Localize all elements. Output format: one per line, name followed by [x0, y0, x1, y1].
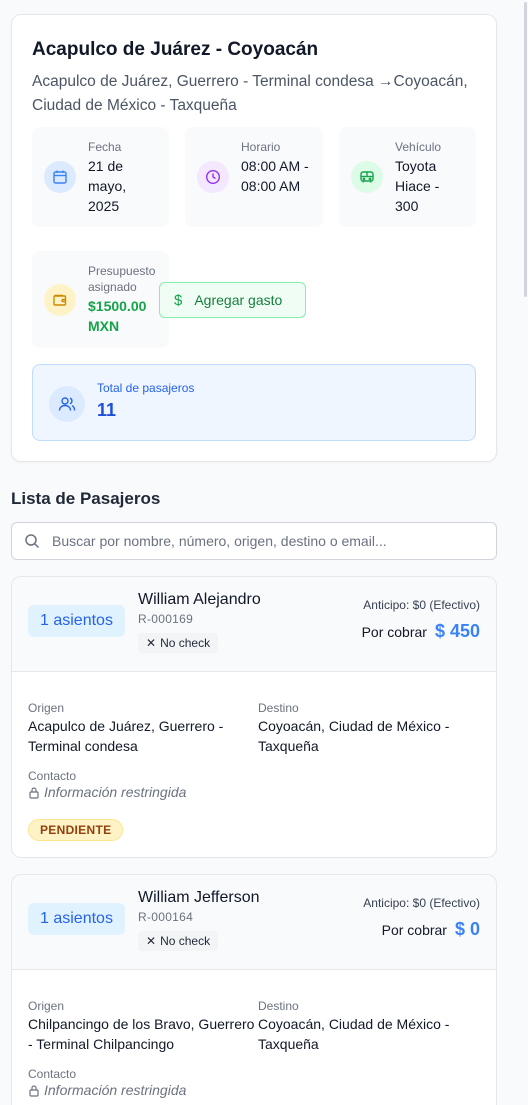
vehicle-value: Toyota Hiace - 300: [395, 158, 440, 214]
time-label: Horario: [241, 140, 281, 154]
lock-icon: [29, 786, 39, 799]
passenger-header: 1 asientos William Alejandro R-000169 ✕ N…: [12, 577, 496, 672]
amount-due-value: $ 450: [434, 621, 480, 641]
search-field[interactable]: [11, 522, 497, 560]
time-info: Horario 08:00 AM - 08:00 AM: [185, 127, 323, 227]
scrollbar[interactable]: [522, 0, 528, 1105]
x-icon: ✕: [146, 636, 157, 650]
x-icon: ✕: [146, 934, 157, 948]
contact-label: Contacto: [28, 769, 77, 783]
budget-info: Presupuesto asignado $1500.00 MXN: [32, 251, 169, 348]
vehicle-info: Vehículo Toyota Hiace - 300: [339, 127, 476, 227]
contact-restricted: Información restringida: [28, 1082, 186, 1098]
amount-due: Por cobrar $ 0: [382, 919, 480, 940]
seats-badge: 1 asientos: [28, 903, 125, 935]
search-input[interactable]: [52, 523, 492, 559]
check-status-label: No check: [160, 636, 211, 650]
vehicle-label: Vehículo: [395, 140, 442, 154]
date-label: Fecha: [88, 140, 122, 154]
bus-icon: [351, 161, 383, 193]
date-info: Fecha 21 de mayo, 2025: [32, 127, 169, 227]
budget-label: Presupuesto asignado: [88, 264, 156, 294]
amount-due-label: Por cobrar: [381, 922, 447, 938]
lock-icon: [29, 1084, 39, 1097]
scrollbar-thumb[interactable]: [524, 2, 527, 297]
passenger-name: William Jefferson: [138, 889, 260, 906]
contact-restricted-text: Información restringida: [44, 1082, 187, 1098]
destination-label: Destino: [258, 999, 299, 1013]
add-expense-label: Agregar gasto: [194, 292, 283, 308]
contact-restricted-text: Información restringida: [44, 784, 187, 800]
users-icon: [49, 386, 85, 422]
advance-payment: Anticipo: $0 (Efectivo): [363, 598, 480, 612]
time-value: 08:00 AM - 08:00 AM: [241, 158, 309, 194]
check-status-label: No check: [160, 934, 211, 948]
destination-label: Destino: [258, 701, 299, 715]
passenger-name: William Alejandro: [138, 591, 261, 608]
amount-due-label: Por cobrar: [361, 624, 427, 640]
check-status-badge[interactable]: ✕ No check: [138, 633, 219, 653]
amount-due-value: $ 0: [454, 919, 480, 939]
passenger-header: 1 asientos William Jefferson R-000164 ✕ N…: [12, 875, 496, 970]
amount-due: Por cobrar $ 450: [362, 621, 480, 642]
origin-label: Origen: [28, 701, 65, 715]
contact-label: Contacto: [28, 1067, 77, 1081]
destination-value: Coyoacán, Ciudad de México - Taxqueña: [258, 1016, 450, 1052]
passengers-total: Total de pasajeros 11: [32, 364, 476, 441]
origin-label: Origen: [28, 999, 65, 1013]
origin-value: Chilpancingo de los Bravo, Guerrero - Te…: [28, 1016, 255, 1052]
contact-restricted: Información restringida: [28, 784, 186, 800]
add-expense-button[interactable]: $ Agregar gasto: [159, 282, 306, 318]
seats-badge: 1 asientos: [28, 605, 125, 637]
origin-value: Acapulco de Juárez, Guerrero - Terminal …: [28, 718, 224, 754]
trip-title: Acapulco de Juárez - Coyoacán: [32, 39, 319, 60]
budget-value: $1500.00 MXN: [88, 298, 147, 334]
reservation-code: R-000164: [138, 910, 194, 924]
passengers-count: 11: [97, 400, 117, 420]
wallet-icon: [44, 284, 76, 316]
passenger-card: 1 asientos William Jefferson R-000164 ✕ N…: [11, 874, 497, 1105]
status-badge: PENDIENTE: [28, 819, 124, 841]
dollar-icon: $: [174, 291, 183, 309]
advance-payment: Anticipo: $0 (Efectivo): [363, 896, 480, 910]
passenger-list-title: Lista de Pasajeros: [11, 489, 161, 508]
calendar-icon: [44, 161, 76, 193]
trip-route: Acapulco de Juárez, Guerrero - Terminal …: [32, 73, 468, 114]
trip-summary-card: Acapulco de Juárez - Coyoacán Acapulco d…: [11, 14, 497, 462]
clock-icon: [197, 161, 229, 193]
search-icon: [24, 533, 40, 554]
reservation-code: R-000169: [138, 612, 194, 626]
date-value: 21 de mayo, 2025: [88, 158, 127, 214]
check-status-badge[interactable]: ✕ No check: [138, 931, 219, 951]
passengers-label: Total de pasajeros: [97, 381, 195, 395]
destination-value: Coyoacán, Ciudad de México - Taxqueña: [258, 718, 450, 754]
passenger-card: 1 asientos William Alejandro R-000169 ✕ N…: [11, 576, 497, 858]
